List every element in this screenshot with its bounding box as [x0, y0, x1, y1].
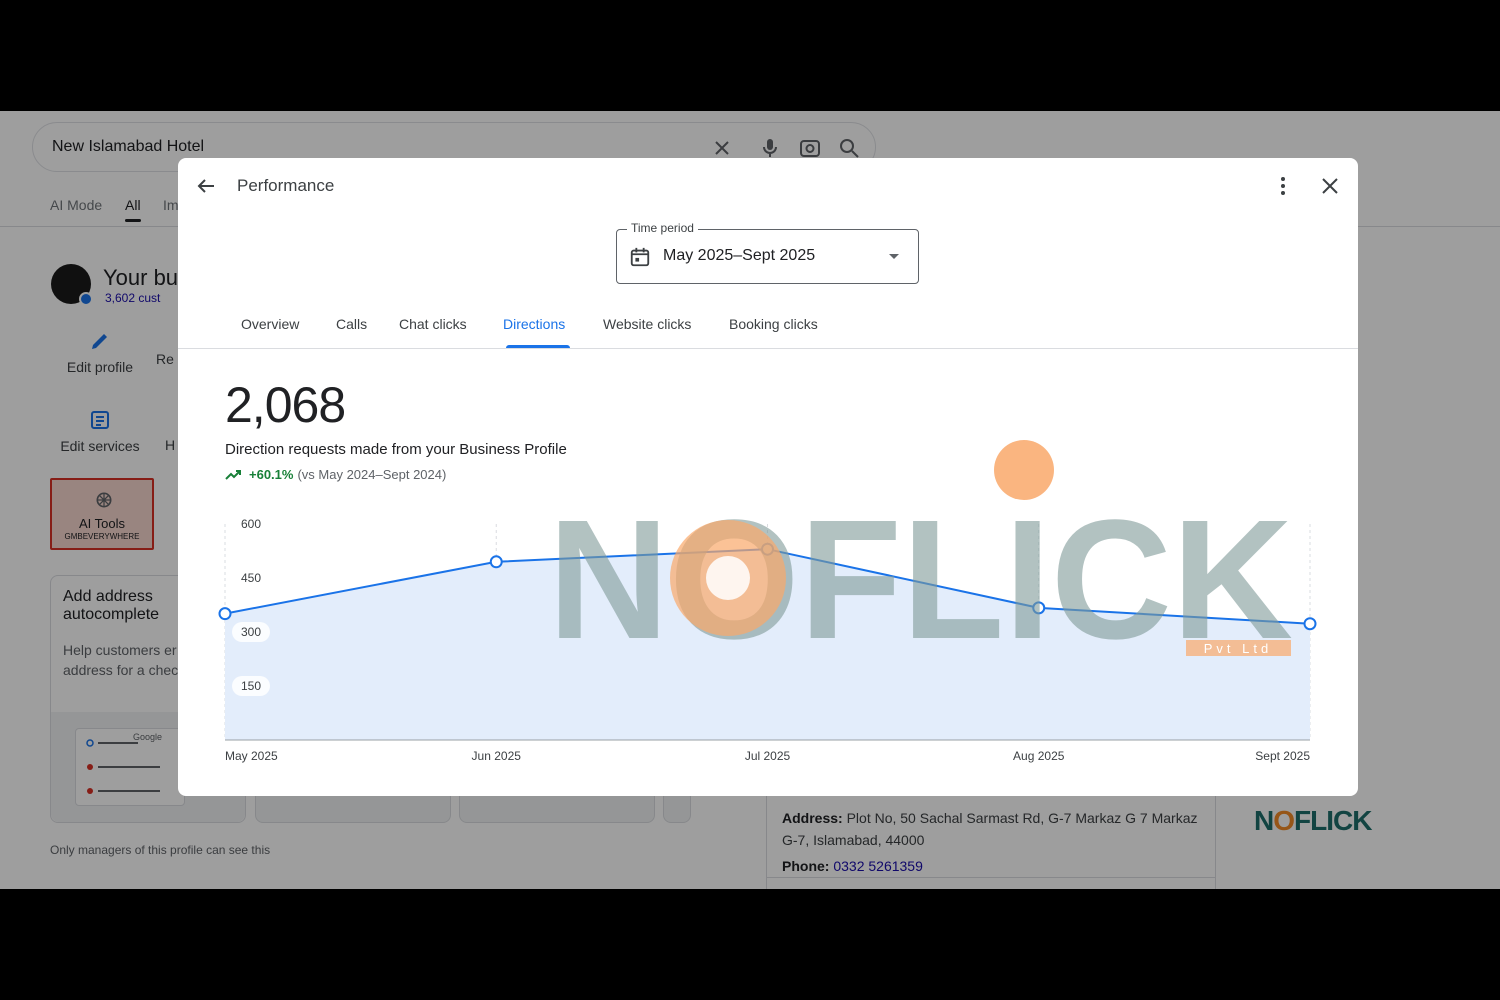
metric-tabs: Overview Calls Chat clicks Directions We… — [178, 316, 1358, 349]
time-period-select[interactable]: Time period May 2025–Sept 2025 — [616, 221, 919, 284]
data-point-4[interactable] — [1032, 601, 1046, 615]
data-point-3[interactable] — [761, 542, 774, 556]
tab-website-clicks[interactable]: Website clicks — [603, 316, 691, 332]
metric-change: +60.1% — [249, 467, 294, 482]
metric-description: Direction requests made from your Busine… — [225, 441, 567, 458]
tab-directions[interactable]: Directions — [503, 316, 565, 332]
tab-calls[interactable]: Calls — [336, 316, 367, 332]
directions-chart: 150 300 450 600 May 2025 Jun 2025 Jul 2025 Aug… — [218, 514, 1317, 763]
more-vert-icon[interactable] — [1271, 174, 1295, 198]
y-tick-label: 150 — [241, 679, 261, 693]
y-tick-label: 600 — [241, 517, 261, 531]
x-tick-label: Jun 2025 — [472, 749, 522, 763]
x-tick-label: May 2025 — [225, 749, 278, 763]
chart-area-fill — [225, 549, 1310, 740]
y-tick-300: 300 — [232, 622, 270, 642]
tab-chat-clicks[interactable]: Chat clicks — [399, 316, 467, 332]
x-tick-label: Aug 2025 — [1013, 749, 1065, 763]
active-tab-indicator — [506, 345, 570, 348]
back-arrow-icon[interactable] — [194, 174, 218, 198]
close-icon[interactable] — [1318, 174, 1342, 198]
y-tick-label: 450 — [241, 571, 261, 585]
data-point-5[interactable] — [1303, 617, 1317, 631]
dialog-title: Performance — [237, 176, 335, 195]
screenshot-frame: New Islamabad Hotel AI Mode All Im Your … — [0, 111, 1500, 889]
y-tick-label: 300 — [241, 625, 261, 639]
y-tick-450: 450 — [232, 568, 270, 588]
x-tick-label: Sept 2025 — [1255, 749, 1310, 763]
watermark-dot — [994, 440, 1054, 500]
x-tick-label: Jul 2025 — [745, 749, 791, 763]
trending-up-icon — [225, 470, 241, 480]
y-tick-150: 150 — [232, 676, 270, 696]
y-tick-600: 600 — [232, 514, 270, 534]
chart-x-ticks: May 2025 Jun 2025 Jul 2025 Aug 2025 Sept 202… — [225, 749, 1310, 763]
metric-trend: +60.1% (vs May 2024–Sept 2024) — [225, 467, 446, 482]
calendar-icon — [630, 247, 650, 267]
time-period-label: Time period — [627, 221, 698, 235]
metric-compare: (vs May 2024–Sept 2024) — [297, 467, 447, 482]
time-period-value: May 2025–Sept 2025 — [663, 247, 816, 264]
metric-value: 2,068 — [225, 377, 346, 433]
data-point-1[interactable] — [218, 607, 232, 621]
data-point-2[interactable] — [489, 555, 503, 569]
dropdown-arrow-icon — [889, 254, 899, 259]
tab-overview[interactable]: Overview — [241, 316, 299, 332]
tab-booking-clicks[interactable]: Booking clicks — [729, 316, 818, 332]
performance-dialog: Performance Time period May 2025–Sept 20… — [178, 158, 1358, 796]
